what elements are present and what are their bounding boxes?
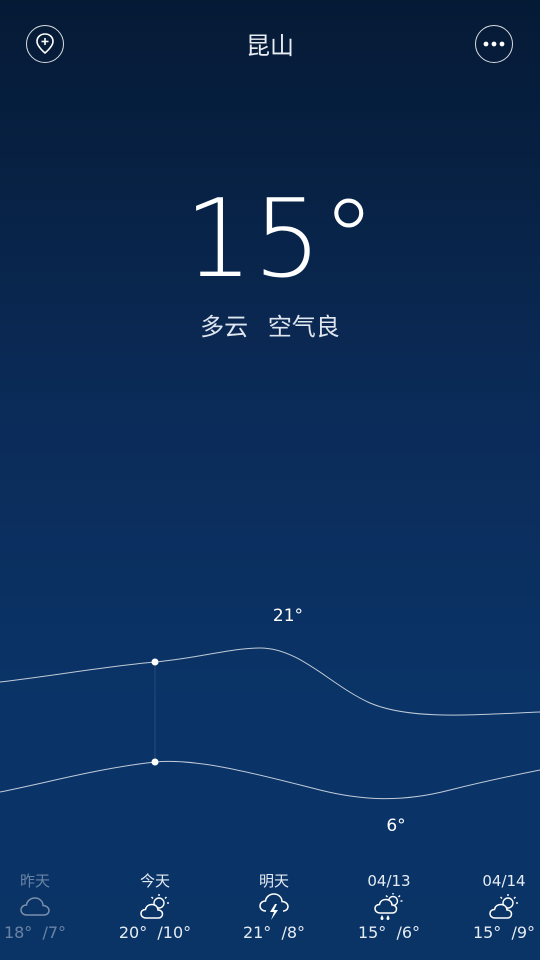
forecast-temps: 15° /9°: [472, 923, 536, 942]
max-temp-label: 21°: [273, 606, 303, 626]
min-temp-label: 6°: [386, 816, 405, 836]
forecast-day-label: 今天: [139, 872, 170, 890]
forecast-strip: 昨天 18° /7° 今天 20° /10° 明天 21° /8° 04/13 …: [0, 870, 540, 950]
more-button[interactable]: [475, 25, 513, 63]
forecast-day-today[interactable]: 今天 20° /10°: [105, 870, 205, 944]
today-low-point: [151, 758, 159, 766]
low-temp-curve: [0, 760, 540, 800]
high-temp-curve: [0, 647, 540, 716]
sun-rain-icon: [374, 893, 403, 920]
partly-cloudy-icon: [140, 894, 169, 919]
weather-condition: 多云: [200, 313, 249, 341]
temperature-chart: 21° 6°: [0, 590, 540, 850]
partly-cloudy-icon: [489, 894, 518, 919]
forecast-temps: 21° /8°: [242, 923, 306, 942]
forecast-temps: 20° /10°: [118, 923, 192, 942]
forecast-day-0414[interactable]: 04/14 15° /9°: [454, 870, 540, 944]
more-dots-icon: [483, 41, 505, 47]
forecast-day-0413[interactable]: 04/13 15° /6°: [339, 870, 439, 944]
top-bar: 昆山: [0, 0, 540, 90]
city-title: 昆山: [246, 32, 294, 60]
current-condition-row: 多云 空气良: [0, 310, 540, 344]
forecast-temps: 18° /7°: [3, 923, 67, 942]
forecast-day-label: 04/13: [367, 872, 411, 890]
air-quality: 空气良: [267, 313, 340, 341]
thunderstorm-icon: [259, 893, 289, 920]
forecast-day-yesterday[interactable]: 昨天 18° /7°: [0, 870, 85, 944]
forecast-day-label: 昨天: [19, 872, 50, 890]
forecast-day-tomorrow[interactable]: 明天 21° /8°: [224, 870, 324, 944]
forecast-temps: 15° /6°: [357, 923, 421, 942]
temperature-curves: 21° 6°: [0, 606, 540, 836]
today-high-point: [151, 658, 159, 666]
forecast-day-label: 04/14: [482, 872, 526, 890]
current-temperature: 15°: [184, 177, 376, 302]
cloud-icon: [20, 897, 50, 916]
forecast-day-label: 明天: [258, 872, 289, 890]
